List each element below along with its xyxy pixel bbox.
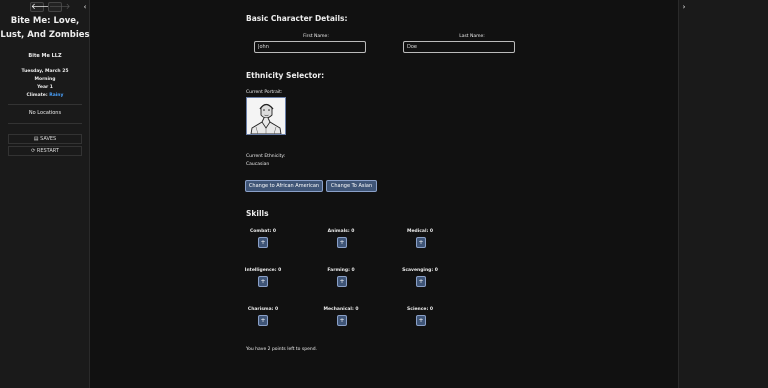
restart-label: RESTART	[36, 148, 59, 154]
skill-animals-plus-button[interactable]: +	[337, 237, 347, 248]
year-text: Year 1	[37, 85, 53, 90]
skill-medical-plus-button[interactable]: +	[416, 237, 426, 248]
first-name-field[interactable]	[254, 41, 366, 53]
points-remaining-text: You have 2 points left to spend.	[246, 347, 317, 352]
divider	[8, 123, 82, 124]
time-of-day-text: Morning	[34, 77, 56, 82]
locations-text: No Locations	[28, 110, 62, 116]
climate-row: Climate: Rainy	[0, 92, 90, 100]
details-heading: Basic Character Details:	[246, 14, 348, 23]
skill-science-plus-button[interactable]: +	[416, 315, 426, 326]
ethnicity-value: Caucasian	[246, 162, 270, 167]
skill-animals-label: Animals: 0	[327, 229, 355, 234]
first-name-label: First Name:	[303, 34, 329, 39]
skill-combat-plus-button[interactable]: +	[258, 237, 268, 248]
right-sidebar	[678, 0, 768, 388]
history-forward-button[interactable]: 🡒	[48, 2, 70, 12]
right-sidebar-expand-icon[interactable]: ›	[680, 2, 688, 12]
skill-charisma-plus-button[interactable]: +	[258, 315, 268, 326]
saves-icon: ▤	[33, 136, 39, 142]
saves-label: SAVES	[40, 136, 57, 142]
sidebar-collapse-icon[interactable]: ‹	[81, 2, 89, 12]
story-title: Bite Me: Love, Lust, And Zombies	[0, 16, 90, 40]
history-controls: 🡐 🡒	[30, 2, 70, 12]
skill-science-label: Science: 0	[407, 307, 433, 312]
restart-icon: ⟳	[31, 148, 36, 154]
skill-medical-label: Medical: 0	[406, 229, 434, 234]
skill-mechanical-label: Mechanical: 0	[323, 307, 359, 312]
story-author: Bite Me LLZ	[28, 53, 62, 59]
skill-combat-label: Combat: 0	[250, 229, 276, 234]
main-passage: Basic Character Details: First Name: Las…	[90, 0, 678, 388]
ethnicity-heading: Ethnicity Selector:	[246, 71, 325, 80]
skill-charisma-label: Charisma: 0	[247, 307, 279, 312]
skill-intelligence-label: Intelligence: 0	[244, 268, 282, 273]
divider	[8, 104, 82, 105]
skill-scavenging-label: Scavenging: 0	[402, 268, 438, 273]
character-portrait	[246, 97, 286, 135]
skill-intelligence-plus-button[interactable]: +	[258, 276, 268, 287]
climate-value: Rainy	[49, 93, 64, 98]
history-back-button[interactable]: 🡐	[30, 2, 52, 12]
skill-mechanical-plus-button[interactable]: +	[337, 315, 347, 326]
restart-button[interactable]: ⟳ RESTART	[8, 146, 82, 156]
portrait-sketch-icon	[247, 98, 285, 135]
climate-label: Climate:	[26, 93, 48, 98]
change-asian-button[interactable]: Change To Asian	[326, 180, 377, 192]
last-name-field[interactable]	[403, 41, 515, 53]
portrait-label: Current Portrait:	[246, 90, 283, 95]
ethnicity-label: Current Ethnicity:	[246, 154, 286, 159]
skill-farming-plus-button[interactable]: +	[337, 276, 347, 287]
sidebar: 🡐 🡒 Bite Me: Love, Lust, And Zombies Bit…	[0, 0, 90, 388]
saves-button[interactable]: ▤ SAVES	[8, 134, 82, 144]
change-african-american-button[interactable]: Change to African American	[245, 180, 323, 192]
last-name-label: Last Name:	[459, 34, 485, 39]
skills-heading: Skills	[246, 209, 269, 218]
skill-farming-label: Farming: 0	[327, 268, 355, 273]
date-text: Tuesday, March 25	[21, 69, 69, 74]
skill-scavenging-plus-button[interactable]: +	[416, 276, 426, 287]
